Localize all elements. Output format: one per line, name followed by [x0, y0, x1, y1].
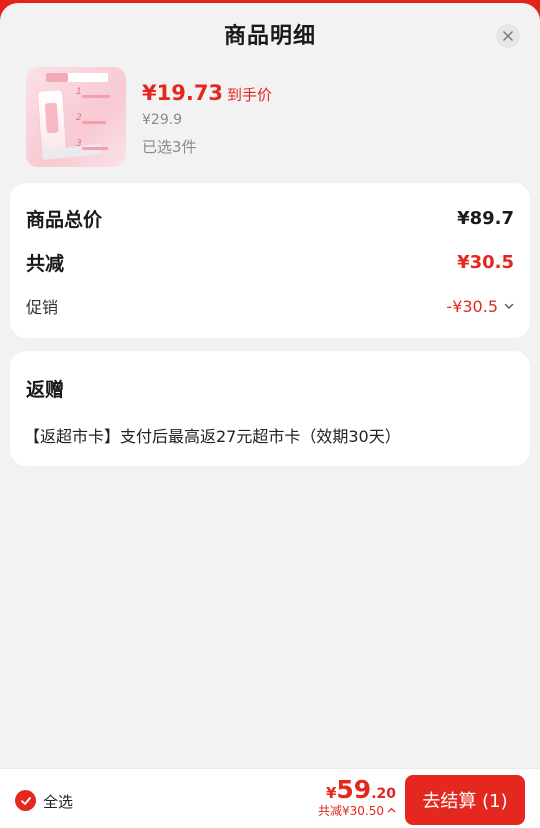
final-price: ¥19.73: [142, 81, 224, 105]
checkout-button[interactable]: 去结算 (1): [405, 775, 525, 825]
original-price: ¥29.9: [142, 112, 183, 128]
gift-text: 【返超市卡】支付后最高返27元超市卡（效期30天）: [24, 427, 401, 446]
chevron-up-icon: [387, 807, 396, 813]
total-value: ¥89.7: [457, 208, 514, 229]
close-button[interactable]: [496, 24, 520, 48]
promo-row[interactable]: 促销 -¥30.5: [26, 294, 514, 318]
promo-value: -¥30.5: [446, 296, 498, 316]
reduce-row: 共减 ¥30.5: [26, 249, 514, 276]
price-summary-card: 商品总价 ¥89.7 共减 ¥30.5 促销 -¥30.5: [10, 183, 530, 338]
saved-amount: 共减¥30.50: [318, 804, 384, 818]
total-decimal: .20: [371, 786, 396, 802]
checkout-bar: 全选 ¥59.20 共减¥30.50 去结算 (1): [0, 768, 540, 828]
total-amount: ¥59.20 共减¥30.50: [318, 775, 396, 819]
sheet-header: 商品明细: [0, 3, 540, 65]
detail-sheet: 商品明细 1 2 3 ¥19.73 到手价 ¥29.9 已选3件 商品总价 ¥89…: [0, 3, 540, 828]
final-price-tag: 到手价: [227, 86, 273, 104]
product-price: ¥19.73 到手价: [142, 81, 272, 105]
total-integer: 59: [336, 775, 372, 804]
saved-detail-toggle[interactable]: 共减¥30.50: [318, 802, 396, 819]
total-label: 商品总价: [26, 209, 103, 231]
reduce-value: ¥30.5: [457, 252, 514, 273]
reduce-label: 共减: [26, 253, 65, 275]
promo-value-toggle[interactable]: -¥30.5: [446, 297, 514, 316]
select-all-label[interactable]: 全选: [43, 791, 73, 812]
gift-card: 返赠 【返超市卡】支付后最高返27元超市卡（效期30天）: [10, 351, 530, 466]
selected-count: 已选3件: [142, 138, 197, 156]
total-row: 商品总价 ¥89.7: [26, 205, 514, 232]
close-icon: [503, 31, 513, 41]
promo-label: 促销: [26, 298, 59, 317]
check-icon: [20, 796, 31, 805]
product-image[interactable]: 1 2 3: [26, 67, 126, 167]
select-all-checkbox[interactable]: [15, 790, 36, 811]
page-title: 商品明细: [223, 24, 316, 49]
currency-symbol: ¥: [325, 784, 337, 802]
gift-title: 返赠: [26, 379, 65, 401]
chevron-down-icon: [504, 303, 514, 309]
product-item: 1 2 3 ¥19.73 到手价 ¥29.9 已选3件: [26, 67, 516, 169]
